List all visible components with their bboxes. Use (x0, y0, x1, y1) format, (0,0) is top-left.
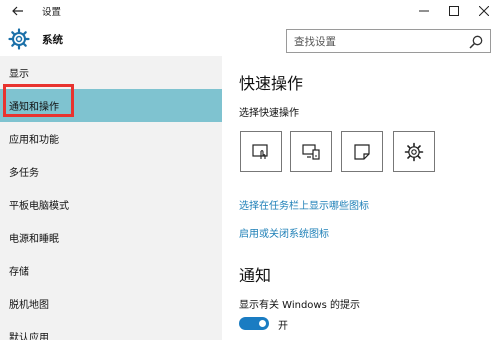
maximize-icon (449, 6, 459, 16)
settings-icon (404, 142, 424, 161)
quick-action-tablet-mode[interactable] (240, 131, 282, 172)
toggle-state-label: 开 (278, 321, 288, 332)
sidebar-item-default-apps[interactable]: 默认应用 (0, 320, 222, 340)
quick-action-settings[interactable] (393, 131, 435, 172)
sidebar-item-power-sleep[interactable]: 电源和睡眠 (0, 221, 222, 254)
back-arrow-icon (12, 6, 23, 16)
window-title: 设置 (42, 7, 62, 18)
quick-action-note[interactable] (341, 131, 383, 172)
maximize-button[interactable] (439, 0, 469, 22)
connect-display-icon (302, 143, 320, 160)
quick-actions-subtitle: 选择快速操作 (239, 108, 299, 119)
quick-actions-heading: 快速操作 (239, 74, 304, 93)
tablet-mode-icon (252, 143, 268, 159)
sidebar-item-label: 脱机地图 (9, 300, 49, 311)
note-icon (354, 143, 370, 160)
sidebar-item-label: 默认应用 (9, 333, 49, 340)
close-button[interactable] (469, 0, 499, 22)
link-taskbar-icons[interactable]: 选择在任务栏上显示哪些图标 (239, 197, 369, 212)
sidebar-item-label: 存储 (9, 267, 29, 278)
sidebar-item-offline-maps[interactable]: 脱机地图 (0, 287, 222, 320)
sidebar-item-label: 多任务 (9, 168, 39, 179)
back-button[interactable] (8, 1, 28, 21)
search-icon[interactable] (469, 35, 483, 49)
main-pane: 快速操作 选择快速操作 选择在任务栏上显示哪些图标 启用或关闭系统图标 通知 显… (222, 56, 500, 340)
windows-tips-toggle[interactable] (239, 317, 269, 330)
close-icon (479, 6, 489, 16)
windows-tips-label: 显示有关 Windows 的提示 (239, 300, 360, 311)
sidebar-item-label: 显示 (9, 69, 29, 80)
toggle-knob (259, 320, 266, 327)
settings-header: 系统 查找设置 (0, 24, 500, 56)
minimize-button[interactable] (409, 0, 439, 22)
selection-highlight-box (3, 84, 74, 117)
notifications-heading: 通知 (239, 266, 272, 285)
search-input[interactable]: 查找设置 (286, 29, 491, 53)
minimize-icon (419, 10, 429, 12)
link-system-icons[interactable]: 启用或关闭系统图标 (239, 225, 329, 240)
sidebar-item-label: 平板电脑模式 (9, 201, 69, 212)
sidebar-item-tablet-mode[interactable]: 平板电脑模式 (0, 188, 222, 221)
sidebar-item-storage[interactable]: 存储 (0, 254, 222, 287)
quick-action-connect[interactable] (290, 131, 332, 172)
sidebar-item-label: 应用和功能 (9, 135, 59, 146)
title-bar: 设置 (0, 0, 500, 24)
gear-icon (8, 28, 30, 50)
page-title: 系统 (42, 34, 63, 46)
sidebar-item-label: 电源和睡眠 (9, 234, 59, 245)
search-placeholder: 查找设置 (294, 36, 336, 48)
sidebar-item-multitasking[interactable]: 多任务 (0, 155, 222, 188)
sidebar-item-apps[interactable]: 应用和功能 (0, 122, 222, 155)
